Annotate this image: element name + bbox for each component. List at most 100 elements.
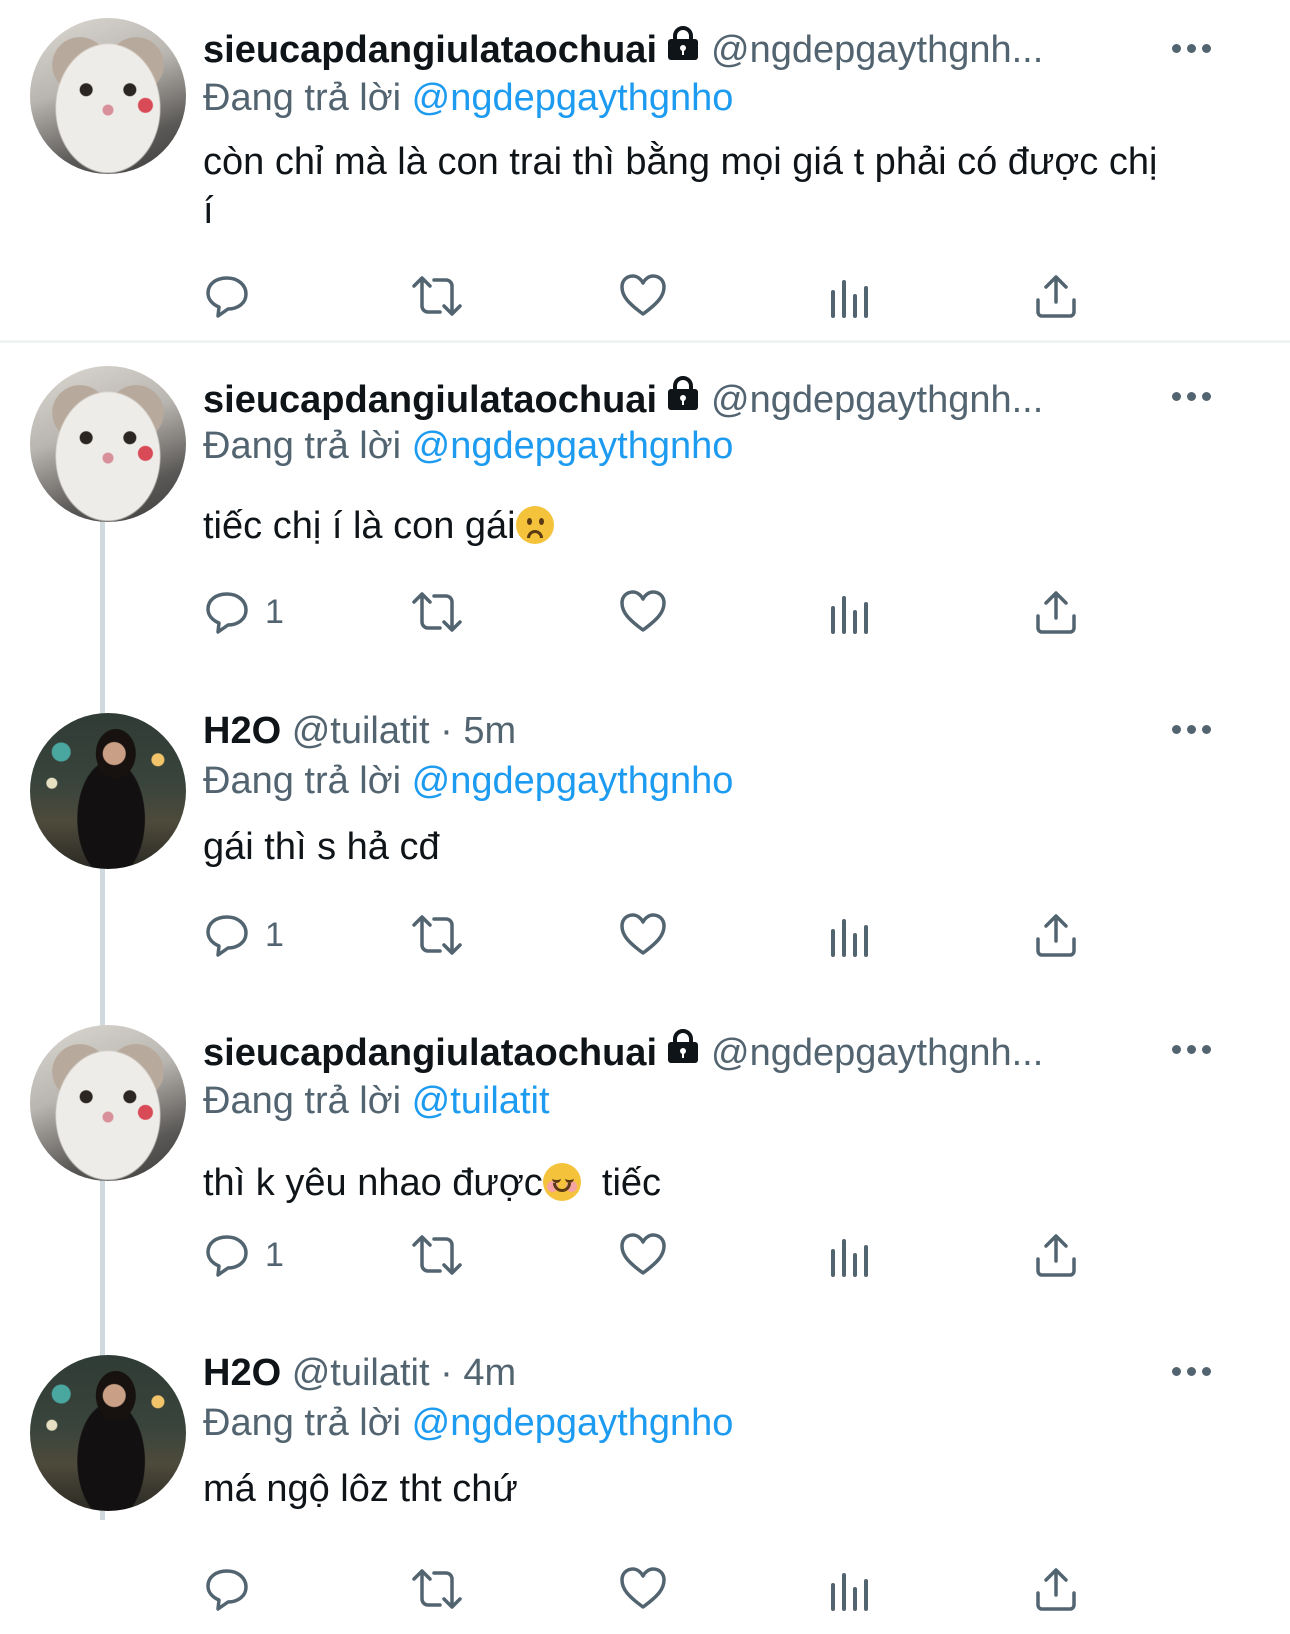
- action-bar: 1: [0, 582, 1290, 642]
- separator-dot: ·: [440, 1352, 453, 1394]
- more-icon[interactable]: [1172, 719, 1212, 739]
- tweet-text-content: thì k yêu nhao được: [203, 1162, 543, 1204]
- reply-button[interactable]: 1: [203, 1225, 284, 1285]
- tweet-text: gái thì s hả cđ: [203, 823, 1170, 872]
- timestamp[interactable]: 4m: [463, 1352, 516, 1394]
- like-button[interactable]: [618, 582, 668, 642]
- tweet-4[interactable]: sieucapdangiulataochuai @ngdepgaythgnh...…: [0, 1025, 1290, 1325]
- like-icon: [620, 913, 666, 955]
- display-name[interactable]: sieucapdangiulataochuai: [203, 1032, 657, 1074]
- tweet-3[interactable]: H2O @tuilatit · 5m Đang trả lời @ngdepga…: [0, 705, 1290, 1015]
- reply-button[interactable]: 1: [203, 582, 284, 642]
- reply-icon: [206, 1235, 248, 1277]
- more-icon[interactable]: [1172, 38, 1212, 58]
- analytics-icon: [831, 280, 868, 318]
- retweet-button[interactable]: [410, 1559, 464, 1619]
- analytics-button[interactable]: [828, 905, 872, 965]
- share-button[interactable]: [1033, 266, 1079, 326]
- retweet-button[interactable]: [410, 582, 464, 642]
- retweet-button[interactable]: [410, 905, 464, 965]
- reply-icon: [206, 1569, 248, 1611]
- mention-link[interactable]: @ngdepgaythgnho: [412, 77, 734, 119]
- action-bar: [0, 1559, 1290, 1619]
- analytics-icon: [831, 1573, 868, 1611]
- replying-to: Đang trả lời @ngdepgaythgnho: [203, 72, 733, 124]
- tweet-text: tiếc chị í là con gái: [203, 502, 1170, 551]
- retweet-icon: [412, 276, 462, 316]
- avatar[interactable]: [30, 713, 186, 869]
- share-button[interactable]: [1033, 582, 1079, 642]
- tweet-header: sieucapdangiulataochuai @ngdepgaythgnh...: [203, 22, 1200, 74]
- like-icon: [620, 1567, 666, 1609]
- display-name[interactable]: sieucapdangiulataochuai: [203, 29, 657, 71]
- mention-link[interactable]: @tuilatit: [412, 1080, 550, 1122]
- replying-label: Đang trả lời: [203, 425, 402, 467]
- like-icon: [620, 274, 666, 316]
- analytics-button[interactable]: [828, 1559, 872, 1619]
- analytics-button[interactable]: [828, 1225, 872, 1285]
- avatar[interactable]: [30, 1355, 186, 1511]
- retweet-button[interactable]: [410, 1225, 464, 1285]
- like-icon: [620, 1233, 666, 1275]
- share-icon: [1036, 591, 1076, 634]
- handle[interactable]: @tuilatit: [292, 1352, 430, 1394]
- avatar[interactable]: [30, 18, 186, 174]
- replying-to: Đang trả lời @ngdepgaythgnho: [203, 420, 733, 472]
- share-icon: [1036, 1568, 1076, 1611]
- handle[interactable]: @tuilatit: [292, 710, 430, 752]
- reply-count: 1: [265, 592, 284, 631]
- handle[interactable]: @ngdepgaythgnh...: [711, 1032, 1043, 1074]
- tweet-text-content: má ngộ lôz tht chứ: [203, 1468, 518, 1510]
- tweet-text: còn chỉ mà là con trai thì bằng mọi giá …: [203, 138, 1170, 236]
- retweet-button[interactable]: [410, 266, 464, 326]
- analytics-icon: [831, 919, 868, 957]
- reply-button[interactable]: [203, 266, 265, 326]
- analytics-button[interactable]: [828, 266, 872, 326]
- tweet-1[interactable]: sieucapdangiulataochuai @ngdepgaythgnh...…: [0, 0, 1290, 340]
- more-icon[interactable]: [1172, 1361, 1212, 1381]
- share-button[interactable]: [1033, 1559, 1079, 1619]
- tweet-text-content: còn chỉ mà là con trai thì bằng mọi giá …: [203, 141, 1158, 232]
- like-icon: [620, 590, 666, 632]
- like-button[interactable]: [618, 1225, 668, 1285]
- share-icon: [1036, 275, 1076, 318]
- tweet-5[interactable]: H2O @tuilatit · 4m Đang trả lời @ngdepga…: [0, 1347, 1290, 1634]
- more-icon[interactable]: [1172, 1039, 1212, 1059]
- handle[interactable]: @ngdepgaythgnh...: [711, 29, 1043, 71]
- avatar[interactable]: [30, 366, 186, 522]
- separator-dot: ·: [440, 710, 453, 752]
- display-name[interactable]: sieucapdangiulataochuai: [203, 379, 657, 421]
- mention-link[interactable]: @ngdepgaythgnho: [412, 425, 734, 467]
- lock-icon: [665, 1025, 701, 1077]
- tweet-text: má ngộ lôz tht chứ: [203, 1465, 1170, 1514]
- replying-label: Đang trả lời: [203, 1402, 402, 1444]
- replying-to: Đang trả lời @ngdepgaythgnho: [203, 1397, 733, 1449]
- tweet-header: H2O @tuilatit · 4m: [203, 1347, 1200, 1399]
- share-button[interactable]: [1033, 1225, 1079, 1285]
- action-bar: [0, 266, 1290, 326]
- tweet-text: thì k yêu nhao được tiếc: [203, 1159, 1170, 1208]
- reply-button[interactable]: 1: [203, 905, 284, 965]
- mention-link[interactable]: @ngdepgaythgnho: [412, 760, 734, 802]
- analytics-icon: [831, 596, 868, 634]
- share-button[interactable]: [1033, 905, 1079, 965]
- avatar[interactable]: [30, 1025, 186, 1181]
- tweet-2[interactable]: sieucapdangiulataochuai @ngdepgaythgnh...…: [0, 350, 1290, 650]
- mention-link[interactable]: @ngdepgaythgnho: [412, 1402, 734, 1444]
- handle[interactable]: @ngdepgaythgnh...: [711, 379, 1043, 421]
- analytics-button[interactable]: [828, 582, 872, 642]
- display-name[interactable]: H2O: [203, 710, 281, 752]
- reply-button[interactable]: [203, 1559, 265, 1619]
- action-bar: 1: [0, 905, 1290, 965]
- reply-count: 1: [265, 1235, 284, 1274]
- like-button[interactable]: [618, 905, 668, 965]
- like-button[interactable]: [618, 266, 668, 326]
- replying-label: Đang trả lời: [203, 1080, 402, 1122]
- retweet-icon: [412, 915, 462, 955]
- more-icon[interactable]: [1172, 386, 1212, 406]
- like-button[interactable]: [618, 1559, 668, 1619]
- timestamp[interactable]: 5m: [463, 710, 516, 752]
- share-icon: [1036, 1234, 1076, 1277]
- display-name[interactable]: H2O: [203, 1352, 281, 1394]
- tweet-text-content: tiếc chị í là con gái: [203, 505, 516, 547]
